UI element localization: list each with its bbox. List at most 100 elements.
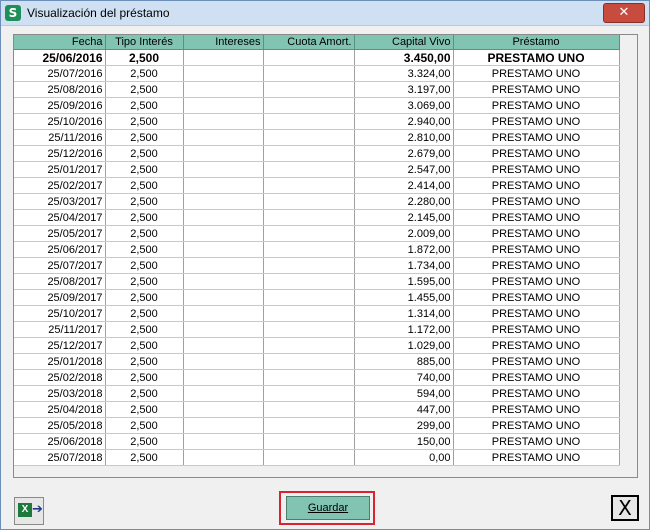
cell-fecha: 25/12/2016 xyxy=(14,145,106,162)
cell-cuota-amort xyxy=(263,273,355,290)
exit-button[interactable]: X xyxy=(611,495,639,521)
cell-tipo-interes: 2,500 xyxy=(105,305,184,322)
cell-fecha: 25/02/2018 xyxy=(14,369,106,386)
cell-tipo-interes: 2,500 xyxy=(105,161,184,178)
cell-fecha: 25/08/2016 xyxy=(14,81,106,98)
cell-intereses xyxy=(183,241,264,258)
cell-tipo-interes: 2,500 xyxy=(105,65,184,82)
cell-tipo-interes: 2,500 xyxy=(105,97,184,114)
table-row[interactable]: 25/03/2018 2,500 594,00 PRESTAMO UNO xyxy=(14,385,620,402)
cell-cuota-amort xyxy=(263,289,355,306)
column-header-cuota-amort[interactable]: Cuota Amort. xyxy=(263,35,355,50)
table-row[interactable]: 25/04/2017 2,500 2.145,00 PRESTAMO UNO xyxy=(14,209,620,226)
cell-intereses xyxy=(183,305,264,322)
table-row[interactable]: 25/01/2018 2,500 885,00 PRESTAMO UNO xyxy=(14,353,620,370)
cell-cuota-amort xyxy=(263,241,355,258)
cell-fecha: 25/09/2017 xyxy=(14,289,106,306)
loan-grid[interactable]: Fecha Tipo Interés Intereses Cuota Amort… xyxy=(13,34,638,478)
guardar-button[interactable]: Guardar xyxy=(286,496,370,520)
cell-tipo-interes: 2,500 xyxy=(105,321,184,338)
cell-tipo-interes: 2,500 xyxy=(105,193,184,210)
cell-capital-vivo: 2.940,00 xyxy=(354,113,454,130)
cell-cuota-amort xyxy=(263,225,355,242)
cell-tipo-interes: 2,500 xyxy=(105,337,184,354)
cell-capital-vivo: 1.734,00 xyxy=(354,257,454,274)
cell-tipo-interes: 2,500 xyxy=(105,257,184,274)
table-row[interactable]: 25/07/2016 2,500 3.324,00 PRESTAMO UNO xyxy=(14,65,620,82)
table-row[interactable]: 25/12/2017 2,500 1.029,00 PRESTAMO UNO xyxy=(14,337,620,354)
table-row[interactable]: 25/09/2016 2,500 3.069,00 PRESTAMO UNO xyxy=(14,97,620,114)
cell-intereses xyxy=(183,113,264,130)
column-header-intereses[interactable]: Intereses xyxy=(183,35,264,50)
cell-intereses xyxy=(183,193,264,210)
table-row[interactable]: 25/04/2018 2,500 447,00 PRESTAMO UNO xyxy=(14,401,620,418)
table-row[interactable]: 25/06/2018 2,500 150,00 PRESTAMO UNO xyxy=(14,433,620,450)
cell-capital-vivo: 3.450,00 xyxy=(354,49,454,66)
arrow-right-icon: ➔ xyxy=(32,502,43,517)
table-row[interactable]: 25/08/2017 2,500 1.595,00 PRESTAMO UNO xyxy=(14,273,620,290)
export-excel-button[interactable]: X ➔ xyxy=(14,497,44,525)
cell-fecha: 25/05/2018 xyxy=(14,417,106,434)
cell-tipo-interes: 2,500 xyxy=(105,417,184,434)
cell-intereses xyxy=(183,145,264,162)
close-button[interactable]: ✕ xyxy=(603,3,645,23)
cell-intereses xyxy=(183,321,264,338)
table-row[interactable]: 25/03/2017 2,500 2.280,00 PRESTAMO UNO xyxy=(14,193,620,210)
table-row[interactable]: 25/02/2017 2,500 2.414,00 PRESTAMO UNO xyxy=(14,177,620,194)
cell-intereses xyxy=(183,97,264,114)
cell-capital-vivo: 299,00 xyxy=(354,417,454,434)
column-header-capital-vivo[interactable]: Capital Vivo xyxy=(354,35,454,50)
cell-intereses xyxy=(183,177,264,194)
cell-tipo-interes: 2,500 xyxy=(105,369,184,386)
cell-capital-vivo: 1.595,00 xyxy=(354,273,454,290)
cell-cuota-amort xyxy=(263,145,355,162)
table-row[interactable]: 25/10/2017 2,500 1.314,00 PRESTAMO UNO xyxy=(14,305,620,322)
cell-cuota-amort xyxy=(263,177,355,194)
cell-tipo-interes: 2,500 xyxy=(105,433,184,450)
table-row[interactable]: 25/06/2016 2,500 3.450,00 PRESTAMO UNO xyxy=(14,49,620,66)
cell-fecha: 25/05/2017 xyxy=(14,225,106,242)
cell-prestamo: PRESTAMO UNO xyxy=(453,433,620,450)
table-row[interactable]: 25/01/2017 2,500 2.547,00 PRESTAMO UNO xyxy=(14,161,620,178)
cell-capital-vivo: 1.172,00 xyxy=(354,321,454,338)
cell-tipo-interes: 2,500 xyxy=(105,385,184,402)
cell-intereses xyxy=(183,369,264,386)
table-row[interactable]: 25/02/2018 2,500 740,00 PRESTAMO UNO xyxy=(14,369,620,386)
table-row[interactable]: 25/07/2018 2,500 0,00 PRESTAMO UNO xyxy=(14,449,620,466)
cell-tipo-interes: 2,500 xyxy=(105,289,184,306)
cell-cuota-amort xyxy=(263,209,355,226)
cell-tipo-interes: 2,500 xyxy=(105,49,184,66)
table-row[interactable]: 25/11/2017 2,500 1.172,00 PRESTAMO UNO xyxy=(14,321,620,338)
table-row[interactable]: 25/05/2017 2,500 2.009,00 PRESTAMO UNO xyxy=(14,225,620,242)
table-row[interactable]: 25/10/2016 2,500 2.940,00 PRESTAMO UNO xyxy=(14,113,620,130)
cell-fecha: 25/03/2017 xyxy=(14,193,106,210)
cell-fecha: 25/04/2018 xyxy=(14,401,106,418)
cell-prestamo: PRESTAMO UNO xyxy=(453,97,620,114)
cell-cuota-amort xyxy=(263,193,355,210)
cell-capital-vivo: 447,00 xyxy=(354,401,454,418)
cell-prestamo: PRESTAMO UNO xyxy=(453,257,620,274)
cell-cuota-amort xyxy=(263,321,355,338)
table-row[interactable]: 25/07/2017 2,500 1.734,00 PRESTAMO UNO xyxy=(14,257,620,274)
table-row[interactable]: 25/09/2017 2,500 1.455,00 PRESTAMO UNO xyxy=(14,289,620,306)
column-header-prestamo[interactable]: Préstamo xyxy=(453,35,620,50)
cell-capital-vivo: 594,00 xyxy=(354,385,454,402)
cell-fecha: 25/11/2016 xyxy=(14,129,106,146)
cell-cuota-amort xyxy=(263,353,355,370)
cell-capital-vivo: 2.679,00 xyxy=(354,145,454,162)
cell-capital-vivo: 0,00 xyxy=(354,449,454,466)
cell-prestamo: PRESTAMO UNO xyxy=(453,305,620,322)
table-row[interactable]: 25/05/2018 2,500 299,00 PRESTAMO UNO xyxy=(14,417,620,434)
column-header-fecha[interactable]: Fecha xyxy=(14,35,106,50)
cell-fecha: 25/10/2016 xyxy=(14,113,106,130)
cell-prestamo: PRESTAMO UNO xyxy=(453,209,620,226)
table-row[interactable]: 25/12/2016 2,500 2.679,00 PRESTAMO UNO xyxy=(14,145,620,162)
table-row[interactable]: 25/06/2017 2,500 1.872,00 PRESTAMO UNO xyxy=(14,241,620,258)
cell-intereses xyxy=(183,225,264,242)
cell-tipo-interes: 2,500 xyxy=(105,129,184,146)
column-header-tipo-interes[interactable]: Tipo Interés xyxy=(105,35,184,50)
cell-fecha: 25/12/2017 xyxy=(14,337,106,354)
table-row[interactable]: 25/11/2016 2,500 2.810,00 PRESTAMO UNO xyxy=(14,129,620,146)
cell-intereses xyxy=(183,81,264,98)
table-row[interactable]: 25/08/2016 2,500 3.197,00 PRESTAMO UNO xyxy=(14,81,620,98)
